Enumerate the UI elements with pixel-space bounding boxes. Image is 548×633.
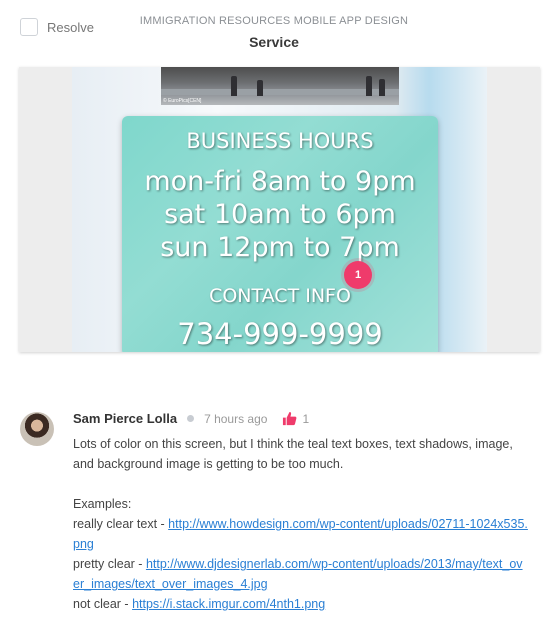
hours-weekdays: mon-fri 8am to 9pm bbox=[144, 166, 416, 197]
hours-sunday: sun 12pm to 7pm bbox=[160, 232, 400, 263]
header-photo: © EuroPics[CEN] bbox=[161, 67, 399, 105]
comment-text: Lots of color on this screen, but I thin… bbox=[73, 437, 513, 471]
contact-info-title: CONTACT INFO bbox=[209, 285, 351, 307]
status-dot-icon bbox=[187, 415, 195, 422]
example-1: really clear text - http://www.howdesign… bbox=[73, 514, 528, 554]
thumbs-up-icon bbox=[283, 411, 297, 426]
example-3-link[interactable]: https://i.stack.imgur.com/4nth1.png bbox=[132, 597, 325, 611]
photo-caption: © EuroPics[CEN] bbox=[163, 98, 202, 104]
design-preview[interactable]: © EuroPics[CEN] BUSINESS HOURS mon-fri 8… bbox=[19, 67, 540, 352]
comment-body: Lots of color on this screen, but I thin… bbox=[73, 434, 528, 614]
mobile-screen-image: © EuroPics[CEN] BUSINESS HOURS mon-fri 8… bbox=[72, 67, 487, 352]
comment-header: Sam Pierce Lolla 7 hours ago 1 bbox=[73, 411, 309, 426]
info-card: BUSINESS HOURS mon-fri 8am to 9pm sat 10… bbox=[122, 116, 438, 352]
example-2: pretty clear - http://www.djdesignerlab.… bbox=[73, 554, 528, 594]
comment-author[interactable]: Sam Pierce Lolla bbox=[73, 411, 177, 426]
example-1-label: really clear text - bbox=[73, 517, 169, 531]
example-3: not clear - https://i.stack.imgur.com/4n… bbox=[73, 594, 528, 614]
comment-pin[interactable]: 1 bbox=[344, 261, 372, 289]
project-title: IMMIGRATION RESOURCES MOBILE APP DESIGN bbox=[139, 15, 409, 27]
business-hours: mon-fri 8am to 9pm sat 10am to 6pm sun 1… bbox=[122, 165, 438, 264]
business-hours-title: BUSINESS HOURS bbox=[186, 129, 374, 153]
screen-title: Service bbox=[249, 34, 299, 50]
like-button[interactable]: 1 bbox=[282, 411, 309, 426]
example-2-label: pretty clear - bbox=[73, 557, 146, 571]
example-3-label: not clear - bbox=[73, 597, 133, 611]
hours-saturday: sat 10am to 6pm bbox=[164, 199, 396, 230]
phone-number: 734-999-9999 bbox=[177, 317, 383, 351]
examples-label: Examples: bbox=[73, 497, 132, 511]
comment-timestamp: 7 hours ago bbox=[204, 411, 268, 426]
like-count: 1 bbox=[302, 411, 310, 426]
avatar[interactable] bbox=[20, 412, 54, 446]
